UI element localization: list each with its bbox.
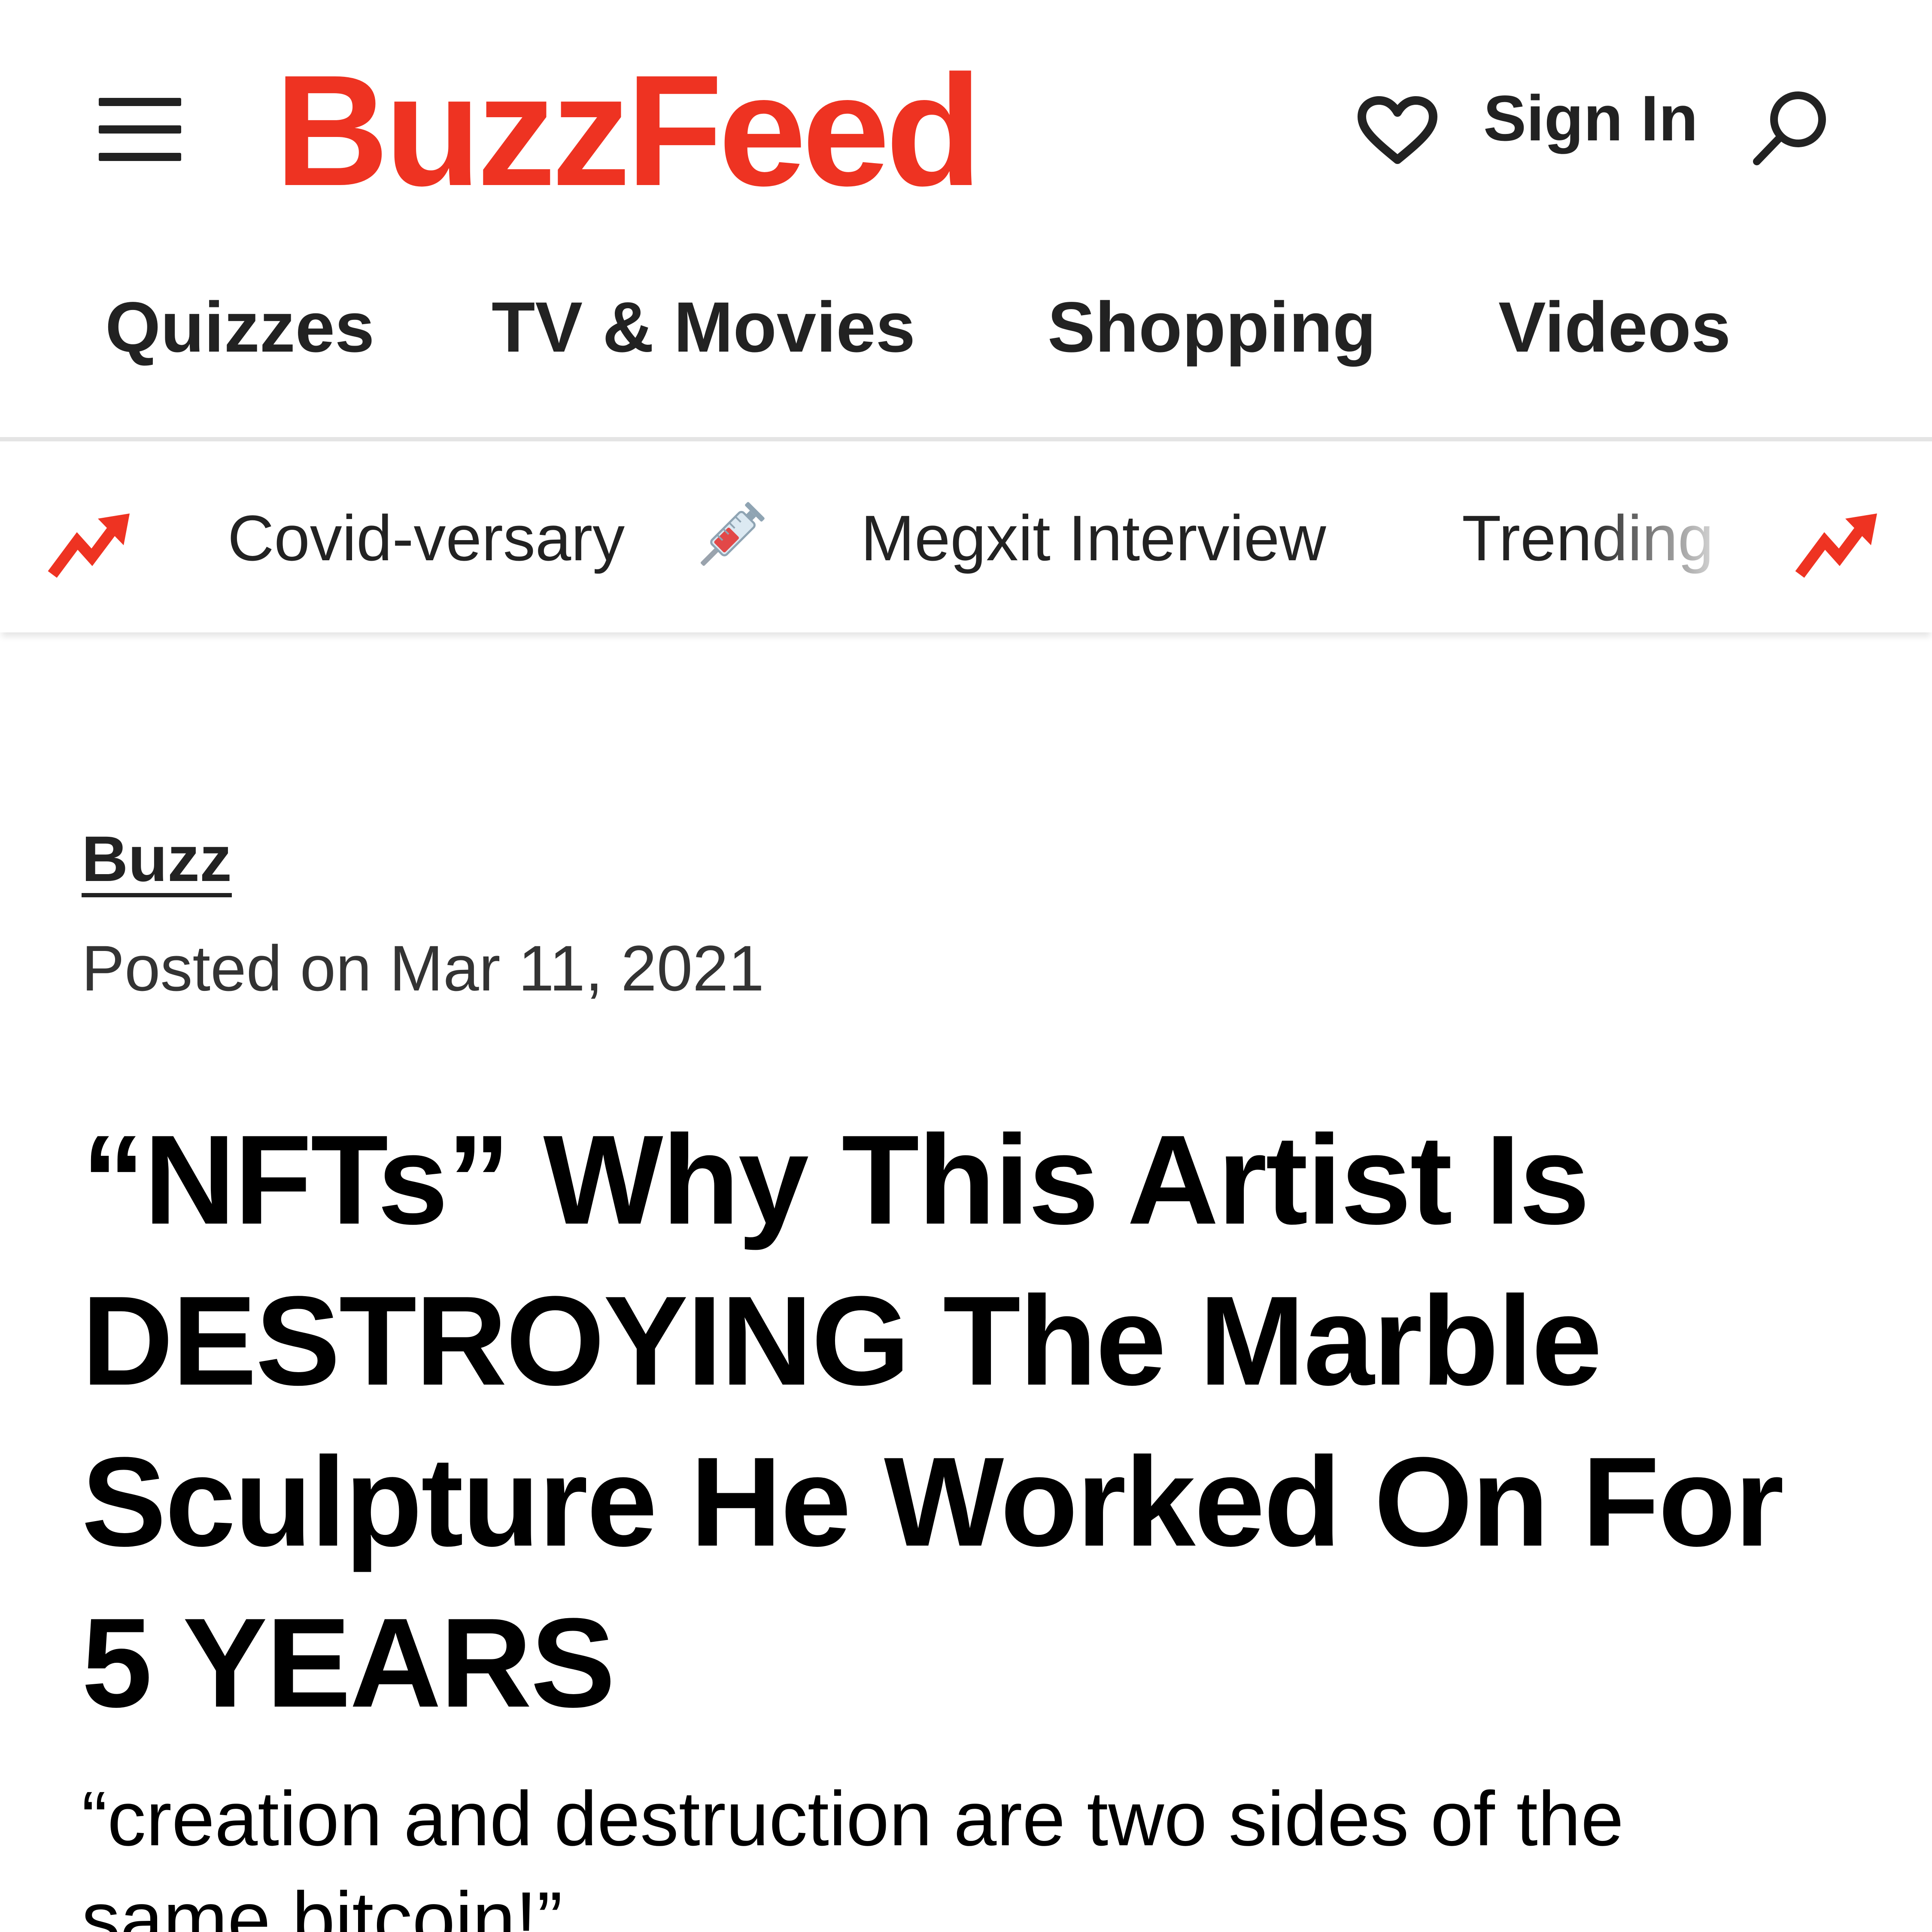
article-posted-date: Posted on Mar 11, 2021 <box>82 932 764 1004</box>
search-icon[interactable] <box>1747 86 1833 172</box>
trending-arrow-icon <box>48 513 130 578</box>
nav-quizzes[interactable]: Quizzes <box>105 292 374 363</box>
syringe-icon <box>700 502 765 566</box>
article-headline: “NFTs” Why This Artist Is DESTROYING The… <box>82 1109 1784 1734</box>
hamburger-bar <box>99 98 181 106</box>
site-header: BuzzFeed Sign In <box>0 0 1932 240</box>
sign-in-link[interactable]: Sign In <box>1483 86 1698 150</box>
hamburger-bar <box>99 153 181 161</box>
hamburger-menu-icon[interactable] <box>99 98 181 162</box>
trending-megxit-interview[interactable]: Megxit Interview <box>861 506 1326 570</box>
nav-tv-movies[interactable]: TV & Movies <box>492 292 915 363</box>
trending-bar: Covid-versary Megxit Interview Trending <box>0 441 1932 632</box>
main-nav: Quizzes TV & Movies Shopping Videos <box>0 275 1932 363</box>
hamburger-bar <box>99 125 181 134</box>
trending-link[interactable]: Trending <box>1462 506 1713 570</box>
trending-covid-versary[interactable]: Covid-versary <box>228 506 625 570</box>
buzzfeed-logo[interactable]: BuzzFeed <box>275 52 982 210</box>
article-category-link[interactable]: Buzz <box>82 826 232 891</box>
heart-icon[interactable] <box>1357 95 1438 168</box>
article-dek: “creation and destruction are two sides … <box>82 1776 1624 1932</box>
nav-divider <box>0 437 1932 441</box>
page: BuzzFeed Sign In Quizzes TV & Movies Sho… <box>0 0 1932 1932</box>
nav-shopping[interactable]: Shopping <box>1048 292 1376 363</box>
nav-videos[interactable]: Videos <box>1498 292 1731 363</box>
trending-arrow-icon <box>1795 513 1877 578</box>
